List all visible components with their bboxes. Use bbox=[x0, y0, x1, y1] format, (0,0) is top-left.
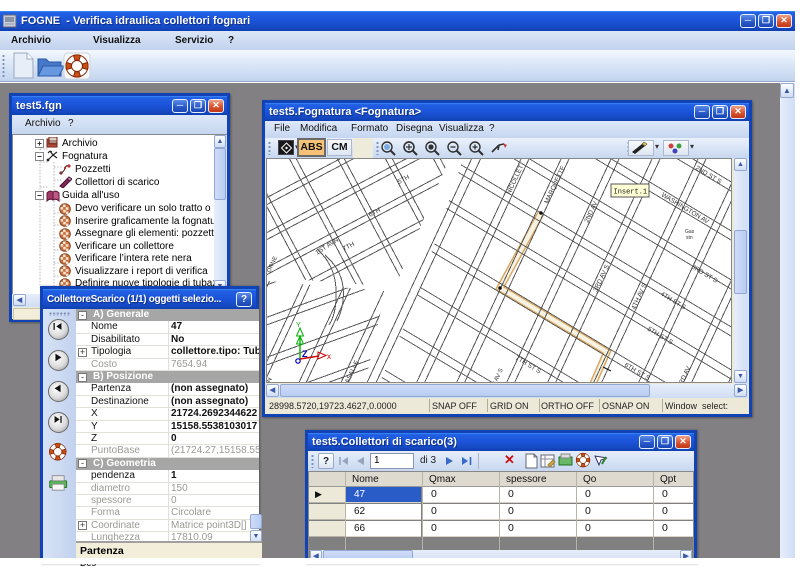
svg-text:stn: stn bbox=[686, 235, 693, 241]
svg-text:x: x bbox=[327, 352, 331, 361]
svg-text:9TH AV S: 9TH AV S bbox=[488, 368, 504, 383]
svg-text:3RD AV S: 3RD AV S bbox=[592, 263, 611, 293]
svg-text:5TH: 5TH bbox=[397, 174, 411, 186]
svg-text:4TH AV S: 4TH AV S bbox=[630, 282, 648, 311]
svg-text:WASHINGTON AV: WASHINGTON AV bbox=[660, 192, 711, 226]
svg-text:7TH: 7TH bbox=[342, 241, 356, 253]
svg-text:5TH ST S: 5TH ST S bbox=[646, 326, 675, 347]
svg-text:3RD AV: 3RD AV bbox=[676, 365, 692, 383]
svg-text:LASALLE: LASALLE bbox=[342, 359, 361, 383]
svg-text:NICOLLET: NICOLLET bbox=[505, 164, 525, 196]
svg-text:Insert.1: Insert.1 bbox=[614, 189, 648, 197]
svg-text:N: N bbox=[267, 376, 274, 383]
svg-text:Y: Y bbox=[296, 322, 301, 329]
svg-text:3RD ST S: 3RD ST S bbox=[690, 264, 719, 285]
svg-text:ORNE: ORNE bbox=[267, 256, 279, 274]
svg-text:Z: Z bbox=[302, 349, 308, 359]
